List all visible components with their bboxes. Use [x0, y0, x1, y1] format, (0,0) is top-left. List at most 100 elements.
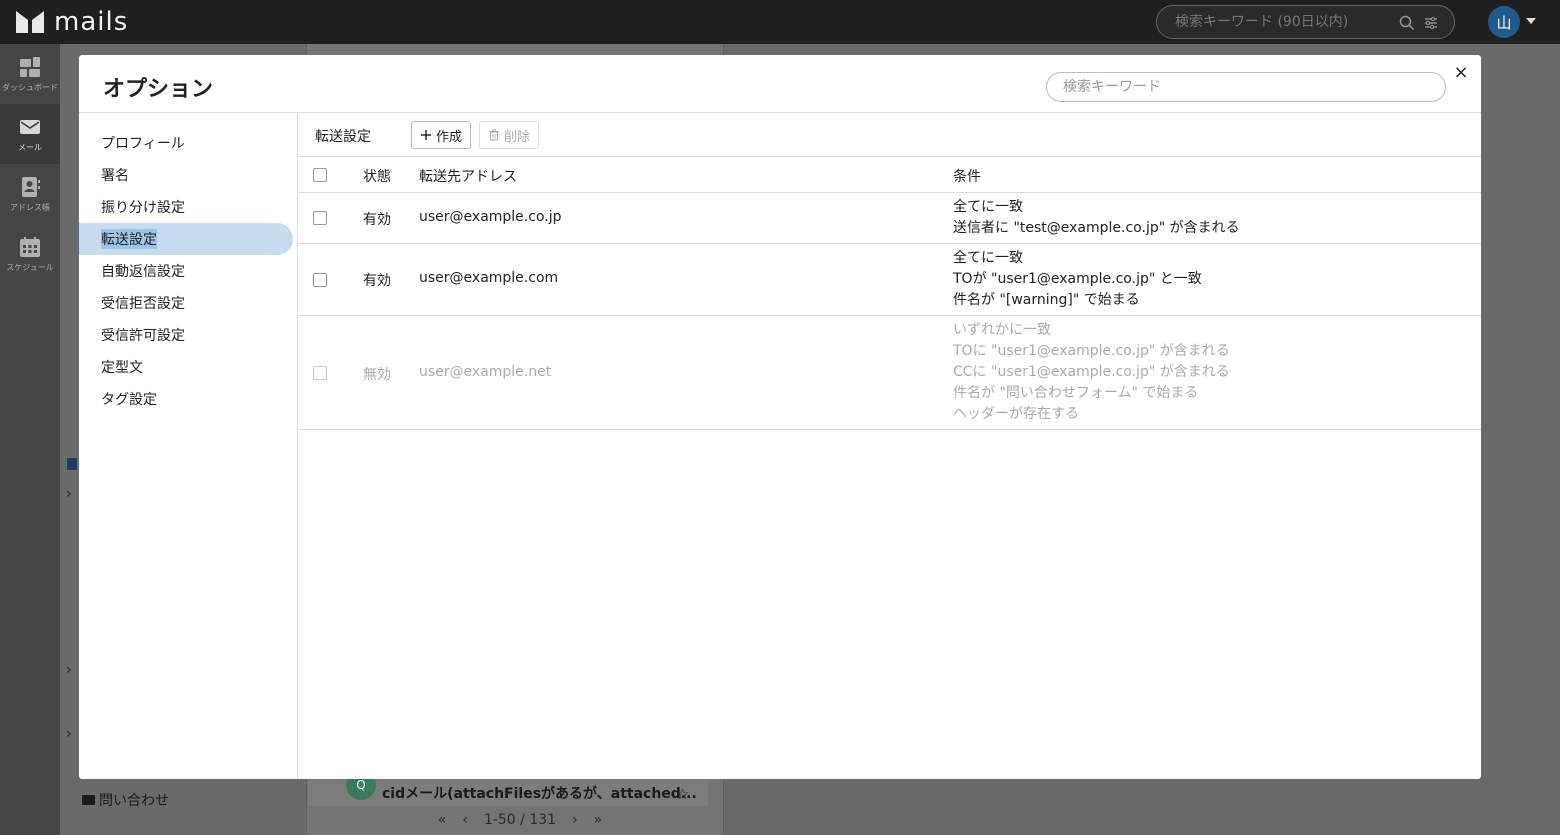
- menu-item-signature[interactable]: 署名: [79, 159, 293, 191]
- filter-settings-icon[interactable]: [1423, 15, 1439, 31]
- select-all-checkbox[interactable]: [313, 168, 327, 182]
- row-status: 有効: [363, 273, 391, 289]
- row-checkbox[interactable]: [313, 211, 327, 225]
- condition-line: 送信者に "test@example.co.jp" が含まれる: [953, 220, 1240, 236]
- create-button-label: 作成: [436, 129, 463, 145]
- folder-label: 問い合わせ: [99, 793, 169, 809]
- folder-item: 問い合わせ: [82, 790, 169, 810]
- nav-rail: ダッシュボード メール アドレス帳 スケジュール: [0, 44, 60, 835]
- modal-title: オプション: [103, 77, 214, 102]
- menu-item-label: 受信許可設定: [101, 328, 185, 344]
- chevron-right-icon: ›: [66, 486, 72, 502]
- close-button[interactable]: ×: [1453, 64, 1469, 82]
- search-icon[interactable]: [1399, 15, 1415, 31]
- options-menu: プロフィール 署名 振り分け設定 転送設定 自動返信設定 受信拒否設定 受信許可…: [79, 113, 298, 779]
- menu-item-auto-reply[interactable]: 自動返信設定: [79, 255, 293, 287]
- address-book-icon: [22, 176, 40, 197]
- menu-item-allow-list[interactable]: 受信許可設定: [79, 319, 293, 351]
- rail-label: ダッシュボード: [2, 82, 58, 92]
- condition-line: 全てに一致: [953, 199, 1023, 215]
- menu-item-label: 自動返信設定: [101, 264, 185, 280]
- table-row[interactable]: 有効 user@example.co.jp 全てに一致 送信者に "test@e…: [299, 193, 1481, 244]
- first-page-icon: «: [437, 812, 447, 828]
- mail-icon: [20, 119, 40, 134]
- menu-item-block-list[interactable]: 受信拒否設定: [79, 287, 293, 319]
- row-checkbox[interactable]: [313, 366, 327, 380]
- top-bar: mails 山: [0, 0, 1560, 44]
- row-address: user@example.com: [419, 270, 559, 286]
- dashboard-icon: [20, 56, 40, 77]
- menu-item-templates[interactable]: 定型文: [79, 351, 293, 383]
- menu-item-label: 振り分け設定: [101, 200, 185, 216]
- pager-text: 1-50 / 131: [483, 812, 557, 828]
- pager: « ‹ 1-50 / 131 › »: [420, 810, 620, 830]
- toolbar: 転送設定 作成 削除: [299, 113, 1481, 157]
- rail-item-mail[interactable]: メール: [0, 104, 60, 164]
- chevron-down-icon[interactable]: [1526, 18, 1536, 24]
- last-page-icon: »: [593, 812, 603, 828]
- condition-line: TOに "user1@example.co.jp" が含まれる: [953, 343, 1230, 359]
- rail-item-schedule[interactable]: スケジュール: [0, 224, 60, 284]
- section-title: 転送設定: [315, 129, 371, 145]
- menu-item-tags[interactable]: タグ設定: [79, 383, 293, 415]
- options-modal: オプション × プロフィール 署名 振り分け設定 転送設定 自動返信設定 受信拒…: [79, 55, 1481, 779]
- row-checkbox[interactable]: [313, 273, 327, 287]
- chevron-right-icon: ›: [66, 662, 72, 678]
- rail-label: スケジュール: [6, 262, 54, 272]
- pin-icon: [67, 458, 77, 470]
- chevron-right-icon: ›: [66, 726, 72, 742]
- delete-button[interactable]: 削除: [479, 121, 540, 149]
- app-logo[interactable]: mails: [14, 6, 128, 38]
- logo-mark-icon: [16, 11, 44, 33]
- plus-icon: [421, 130, 431, 140]
- rail-item-dashboard[interactable]: ダッシュボード: [0, 44, 60, 104]
- row-address: user@example.net: [419, 364, 552, 380]
- delete-button-label: 削除: [504, 129, 531, 145]
- menu-item-label: プロフィール: [101, 136, 185, 152]
- row-conditions: いずれかに一致 TOに "user1@example.co.jp" が含まれる …: [953, 320, 1230, 425]
- condition-line: 件名が "[warning]" で始まる: [953, 292, 1140, 308]
- prev-page-icon: ‹: [462, 812, 468, 828]
- menu-item-label: 定型文: [101, 360, 143, 376]
- row-status: 無効: [363, 367, 391, 383]
- app-name: mails: [54, 7, 129, 37]
- folder-icon: [82, 795, 95, 805]
- rail-item-address-book[interactable]: アドレス帳: [0, 164, 60, 224]
- column-header-conditions[interactable]: 条件: [953, 166, 981, 186]
- menu-item-label: 転送設定: [101, 229, 157, 249]
- menu-item-profile[interactable]: プロフィール: [79, 127, 293, 159]
- menu-item-forwarding[interactable]: 転送設定: [79, 223, 293, 255]
- user-avatar[interactable]: 山: [1488, 6, 1520, 38]
- condition-line: ヘッダーが存在する: [953, 406, 1079, 422]
- column-header-address[interactable]: 転送先アドレス: [419, 166, 517, 186]
- forwarding-settings: 転送設定 作成 削除 状態 転送先アドレス 条件 有効 user@example…: [299, 113, 1481, 779]
- row-conditions: 全てに一致 送信者に "test@example.co.jp" が含まれる: [953, 197, 1240, 239]
- calendar-icon: [20, 236, 40, 257]
- row-status: 有効: [363, 212, 391, 228]
- table-row[interactable]: 有効 user@example.com 全てに一致 TOが "user1@exa…: [299, 244, 1481, 316]
- row-conditions: 全てに一致 TOが "user1@example.co.jp" と一致 件名が …: [953, 248, 1202, 311]
- list-item-subject: cidメール(attachFilesがあるが、attached...: [382, 786, 697, 802]
- table-row[interactable]: 無効 user@example.net いずれかに一致 TOに "user1@e…: [299, 316, 1481, 430]
- global-search[interactable]: [1156, 5, 1455, 39]
- star-icon: ☆: [676, 785, 690, 803]
- condition-line: CCに "user1@example.co.jp" が含まれる: [953, 364, 1230, 380]
- trash-icon: [489, 129, 499, 141]
- global-search-input[interactable]: [1175, 14, 1385, 30]
- menu-item-filter[interactable]: 振り分け設定: [79, 191, 293, 223]
- condition-line: いずれかに一致: [953, 322, 1051, 338]
- rail-label: アドレス帳: [10, 202, 50, 212]
- create-button[interactable]: 作成: [411, 121, 472, 149]
- menu-item-label: 署名: [101, 168, 129, 184]
- options-search-input[interactable]: [1046, 72, 1446, 102]
- condition-line: 全てに一致: [953, 250, 1023, 266]
- condition-line: 件名が "問い合わせフォーム" で始まる: [953, 385, 1199, 401]
- column-header-status[interactable]: 状態: [363, 166, 391, 186]
- rail-label: メール: [18, 142, 42, 152]
- modal-header: オプション ×: [79, 55, 1481, 113]
- condition-line: TOが "user1@example.co.jp" と一致: [953, 271, 1202, 287]
- row-address: user@example.co.jp: [419, 209, 562, 225]
- menu-item-label: タグ設定: [101, 392, 157, 408]
- next-page-icon: ›: [572, 812, 578, 828]
- menu-item-label: 受信拒否設定: [101, 296, 185, 312]
